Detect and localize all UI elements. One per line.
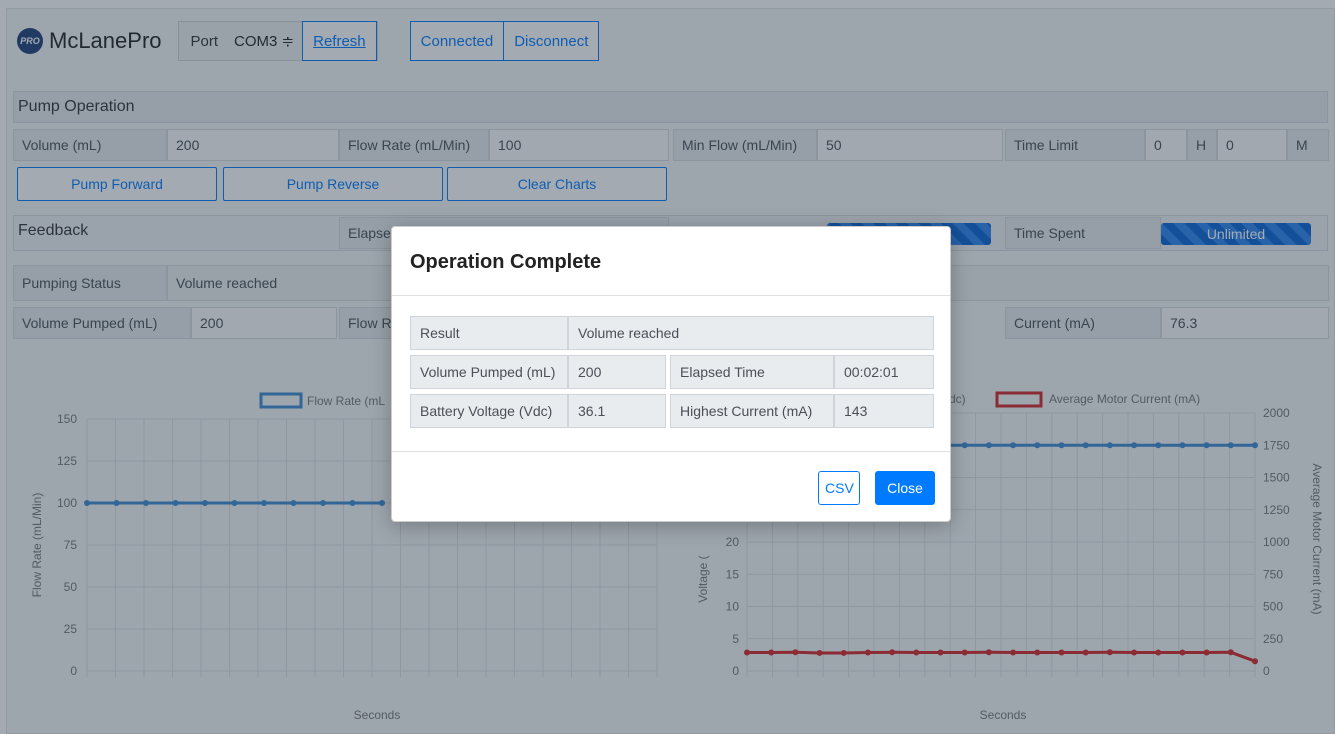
- dialog-footer-divider: [392, 451, 950, 452]
- elapsed-time-label: Elapsed Time: [670, 355, 834, 389]
- operation-complete-dialog: Operation Complete Result Volume reached…: [391, 226, 951, 522]
- highest-current-value: 143: [834, 394, 934, 428]
- close-button[interactable]: Close: [875, 471, 935, 505]
- result-label: Result: [410, 316, 568, 350]
- battery-voltage-label: Battery Voltage (Vdc): [410, 394, 568, 428]
- dialog-title: Operation Complete: [410, 251, 602, 273]
- volume-pumped-value: 200: [568, 355, 666, 389]
- csv-button[interactable]: CSV: [818, 471, 860, 505]
- result-value: Volume reached: [568, 316, 934, 350]
- highest-current-label: Highest Current (mA): [670, 394, 834, 428]
- battery-voltage-value: 36.1: [568, 394, 666, 428]
- elapsed-time-value: 00:02:01: [834, 355, 934, 389]
- volume-pumped-label: Volume Pumped (mL): [410, 355, 568, 389]
- dialog-header-divider: [392, 295, 950, 296]
